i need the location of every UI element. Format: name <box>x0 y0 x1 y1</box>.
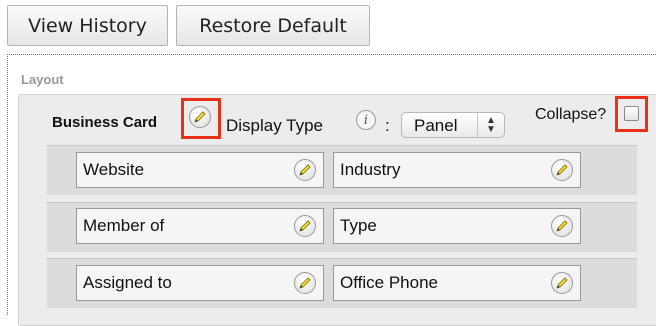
display-type-value: Panel <box>414 116 458 135</box>
field-website[interactable]: Website <box>76 152 324 188</box>
field-label: Type <box>340 216 377 235</box>
display-type-select[interactable]: Panel ▲ ▼ <box>401 112 505 138</box>
pencil-icon[interactable] <box>551 159 573 181</box>
field-label: Industry <box>340 160 401 179</box>
field-label: Member of <box>83 216 165 235</box>
collapse-label: Collapse? <box>535 106 607 123</box>
info-icon[interactable]: i <box>356 110 376 130</box>
restore-default-button[interactable]: Restore Default <box>176 5 370 46</box>
display-type-colon: : <box>385 116 390 135</box>
display-type-label: Display Type <box>226 116 324 135</box>
field-type[interactable]: Type <box>333 208 581 244</box>
field-label: Assigned to <box>83 273 172 292</box>
collapse-highlight-box <box>615 96 648 132</box>
edit-highlight-box <box>181 98 221 139</box>
field-office-phone[interactable]: Office Phone <box>333 265 581 301</box>
pencil-icon[interactable] <box>294 159 316 181</box>
pencil-icon[interactable] <box>294 272 316 294</box>
up-down-arrows-icon: ▲ ▼ <box>477 113 504 137</box>
field-assigned-to[interactable]: Assigned to <box>76 265 324 301</box>
pencil-icon[interactable] <box>551 272 573 294</box>
pencil-icon[interactable] <box>294 215 316 237</box>
layout-heading: Layout <box>21 72 64 87</box>
field-label: Website <box>83 160 145 179</box>
field-industry[interactable]: Industry <box>333 152 581 188</box>
panel-title: Business Card <box>52 114 158 131</box>
field-member-of[interactable]: Member of <box>76 208 324 244</box>
field-label: Office Phone <box>340 273 438 292</box>
view-history-button[interactable]: View History <box>7 5 168 46</box>
pencil-icon[interactable] <box>551 215 573 237</box>
